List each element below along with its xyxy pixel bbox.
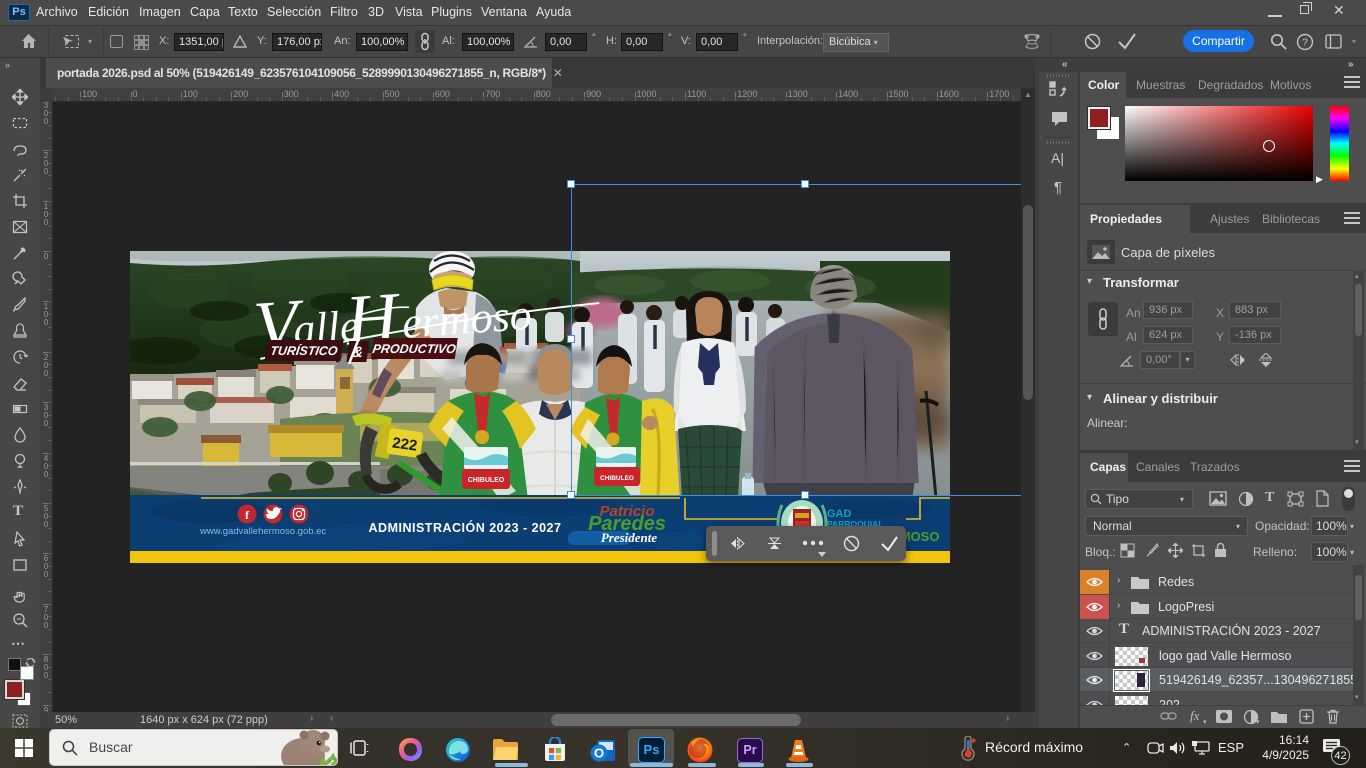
svg-text:O: O (594, 746, 604, 761)
svg-text:PRODUCTIVO: PRODUCTIVO (372, 342, 457, 356)
svg-text:222: 222 (391, 434, 418, 454)
svg-text:CHIBULEO: CHIBULEO (468, 477, 505, 484)
svg-text:Presidente: Presidente (601, 530, 658, 545)
svg-text:TURÍSTICO: TURÍSTICO (269, 343, 339, 358)
svg-text:CHIBULEO: CHIBULEO (600, 475, 634, 482)
svg-text:www.gadvallehermoso.gob.ec: www.gadvallehermoso.gob.ec (199, 526, 326, 537)
svg-text:ADMINISTRACIÓN 2023 - 2027: ADMINISTRACIÓN 2023 - 2027 (369, 520, 562, 535)
svg-text:?: ? (1302, 38, 1308, 49)
